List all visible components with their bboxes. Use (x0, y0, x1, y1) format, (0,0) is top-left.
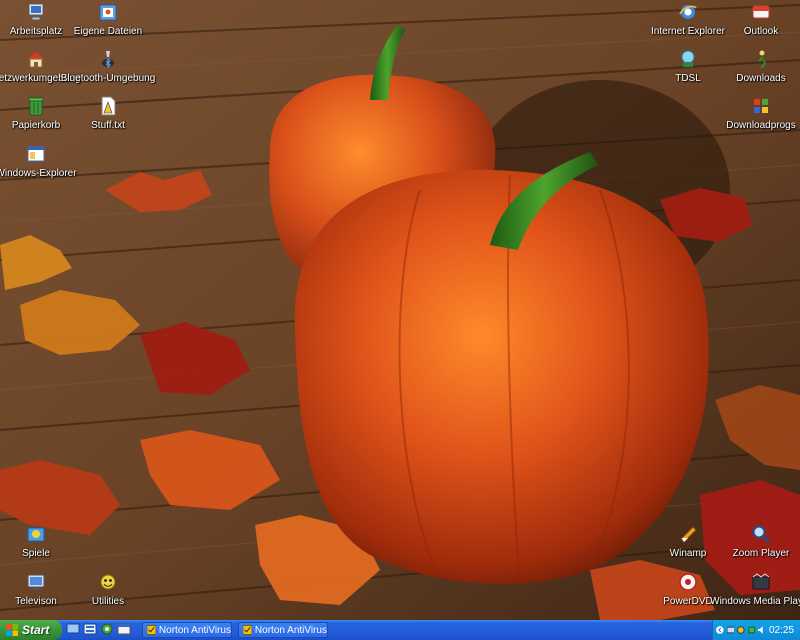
desktop-icon-label: Papierkorb (11, 120, 61, 131)
desktop-icon-label: Televison (15, 596, 57, 607)
computer-icon (28, 3, 44, 21)
desktop-icon-downloads[interactable]: Downloads (721, 49, 800, 93)
desktop-icon-televison[interactable]: Televison (0, 572, 76, 616)
tray-green-icon[interactable] (748, 626, 756, 634)
windows-flag-icon (6, 624, 18, 636)
taskbar-task-norton-antivirus[interactable]: Norton AntiVirus (238, 622, 328, 638)
desktop-icon-label: Spiele (22, 548, 50, 559)
text-file-icon (101, 96, 116, 116)
desktop-icon-tdsl[interactable]: TDSL (648, 49, 728, 93)
downloadprogs-icon (754, 99, 768, 113)
taskbar-task-norton-antivirus[interactable]: Norton AntiVirus (142, 622, 232, 638)
explorer-icon (27, 146, 45, 162)
tdsl-icon (681, 50, 695, 67)
chevron-left-icon[interactable] (716, 626, 724, 634)
desktop-icon-label: Outlook (743, 26, 779, 37)
internet-explorer-icon (679, 5, 697, 19)
desktop-icon-label: TDSL (675, 73, 701, 84)
volume-icon[interactable] (758, 626, 766, 634)
taskbar: Start Norton AntiVirus Norton AntiVirus … (0, 620, 800, 640)
antivirus-tray-icon[interactable] (737, 626, 745, 634)
powerdvd-icon (679, 573, 697, 591)
desktop-icon-papierkorb[interactable]: Papierkorb (0, 96, 76, 140)
network-icon (28, 52, 44, 68)
desktop-icon-windows-explorer[interactable]: Windows-Explorer (0, 144, 77, 188)
desktop-icon-winamp[interactable]: Winamp (648, 524, 728, 568)
media-player-icon (752, 573, 770, 590)
system-tray: 02:25 (712, 620, 800, 640)
media-icon[interactable] (83, 622, 97, 636)
documents-folder-icon (99, 4, 117, 21)
desktop-icon-bluetooth-umgebung[interactable]: Bluetooth-Umgebung (61, 49, 155, 93)
downloads-icon (758, 50, 766, 68)
desktop-icon-label: Eigene Dateien (73, 26, 143, 37)
clock: 02:25 (768, 624, 794, 636)
desktop-icon-label: Bluetooth-Umgebung (60, 73, 156, 84)
show-desktop-icon[interactable] (66, 622, 80, 636)
start-button[interactable]: Start (0, 620, 62, 640)
desktop-icon-label: Downloads (736, 73, 786, 84)
desktop-icon-label: Arbeitsplatz (9, 26, 63, 37)
desktop-icon-label: Windows-Explorer (0, 168, 77, 179)
start-label: Start (22, 623, 50, 637)
recycle-bin-icon (28, 97, 44, 116)
desktop-icon-label: PowerDVD (663, 596, 713, 607)
desktop-icon-label: Zoom Player (732, 548, 790, 559)
desktop-icon-eigene-dateien[interactable]: Eigene Dateien (68, 2, 148, 46)
desktop-icon-netzwerkumgebung[interactable]: Netzwerkumgebung (0, 49, 80, 93)
zoom-player-icon (752, 525, 771, 544)
settings-icon[interactable] (100, 622, 114, 636)
bluetooth-icon (102, 51, 114, 69)
desktop-icon-windows-media-player[interactable]: Windows Media Player (710, 572, 800, 616)
desktop-icon-label: Downloadprogs (726, 120, 796, 131)
quick-launch (66, 622, 131, 636)
desktop-icon-downloadprogs[interactable]: Downloadprogs (721, 96, 800, 140)
desktop-icon-label: Stuff.txt (91, 120, 125, 131)
desktop-icon-label: Windows Media Player (710, 596, 800, 607)
desktop-icon-outlook[interactable]: Outlook (721, 2, 800, 46)
desktop-icon-internet-explorer[interactable]: Internet Explorer (648, 2, 728, 46)
desktop-icon-label: Internet Explorer (651, 26, 725, 37)
task-label: Norton AntiVirus (254, 624, 327, 636)
network-tray-icon[interactable] (726, 626, 735, 634)
desktop-icon-zoom-player[interactable]: Zoom Player (721, 524, 800, 568)
desktop-icon-stuff-txt[interactable]: Stuff.txt (68, 96, 148, 140)
games-icon (27, 527, 45, 542)
task-label: Norton AntiVirus (158, 624, 231, 636)
desktop-icon-arbeitsplatz[interactable]: Arbeitsplatz (0, 2, 76, 46)
desktop-icon-label: Winamp (669, 548, 707, 559)
utilities-icon (100, 574, 116, 590)
norton-icon (243, 625, 252, 635)
norton-icon (147, 625, 156, 635)
calendar-icon[interactable] (117, 622, 131, 636)
outlook-icon (752, 5, 770, 19)
winamp-icon (680, 526, 697, 543)
television-icon (27, 574, 45, 590)
desktop-icon-powerdvd[interactable]: PowerDVD (648, 572, 728, 616)
desktop-icon-utilities[interactable]: Utilities (68, 572, 148, 616)
desktop-icon-label: Utilities (91, 596, 125, 607)
desktop-icon-spiele[interactable]: Spiele (0, 524, 76, 568)
